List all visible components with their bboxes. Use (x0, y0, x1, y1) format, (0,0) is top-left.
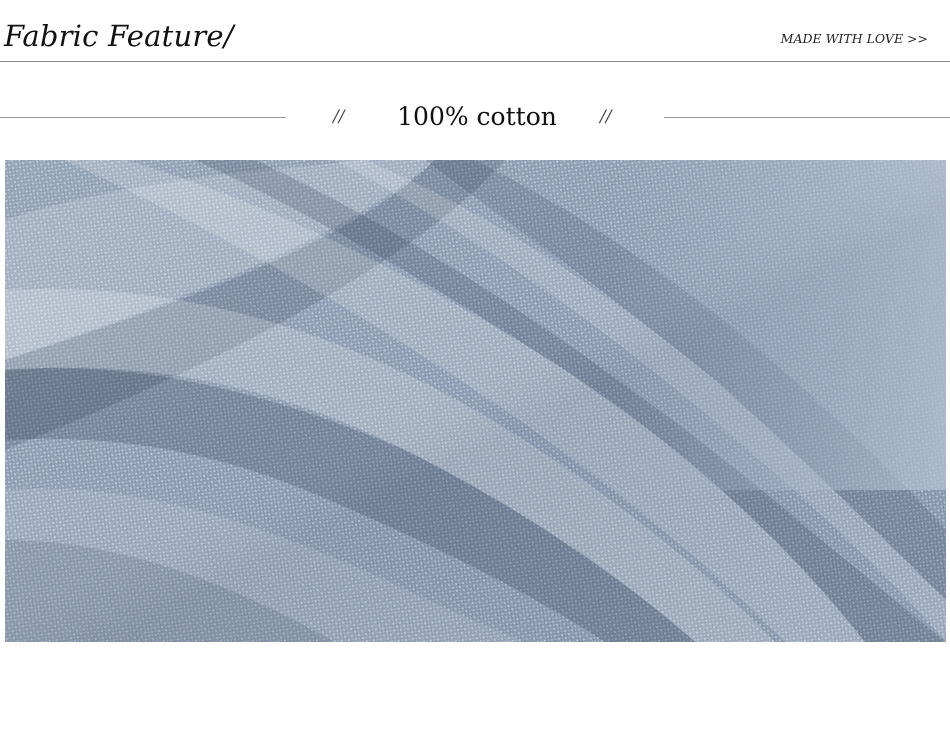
heading-rule-right (664, 117, 950, 118)
heading-rule-left (0, 117, 286, 118)
header-divider (0, 61, 950, 62)
fabric-closeup-photo (5, 160, 946, 642)
made-with-love-link[interactable]: MADE WITH LOVE >> (781, 31, 928, 47)
heading-slash-left: // (333, 107, 345, 127)
heading-slash-right: // (600, 107, 612, 127)
page-header: Fabric Feature/ MADE WITH LOVE >> (0, 0, 950, 62)
fabric-material-label: 100% cotton (397, 102, 557, 131)
page-title: Fabric Feature/ (4, 19, 234, 53)
fabric-heading: // 100% cotton // (0, 95, 950, 139)
fabric-texture-image (5, 160, 946, 642)
